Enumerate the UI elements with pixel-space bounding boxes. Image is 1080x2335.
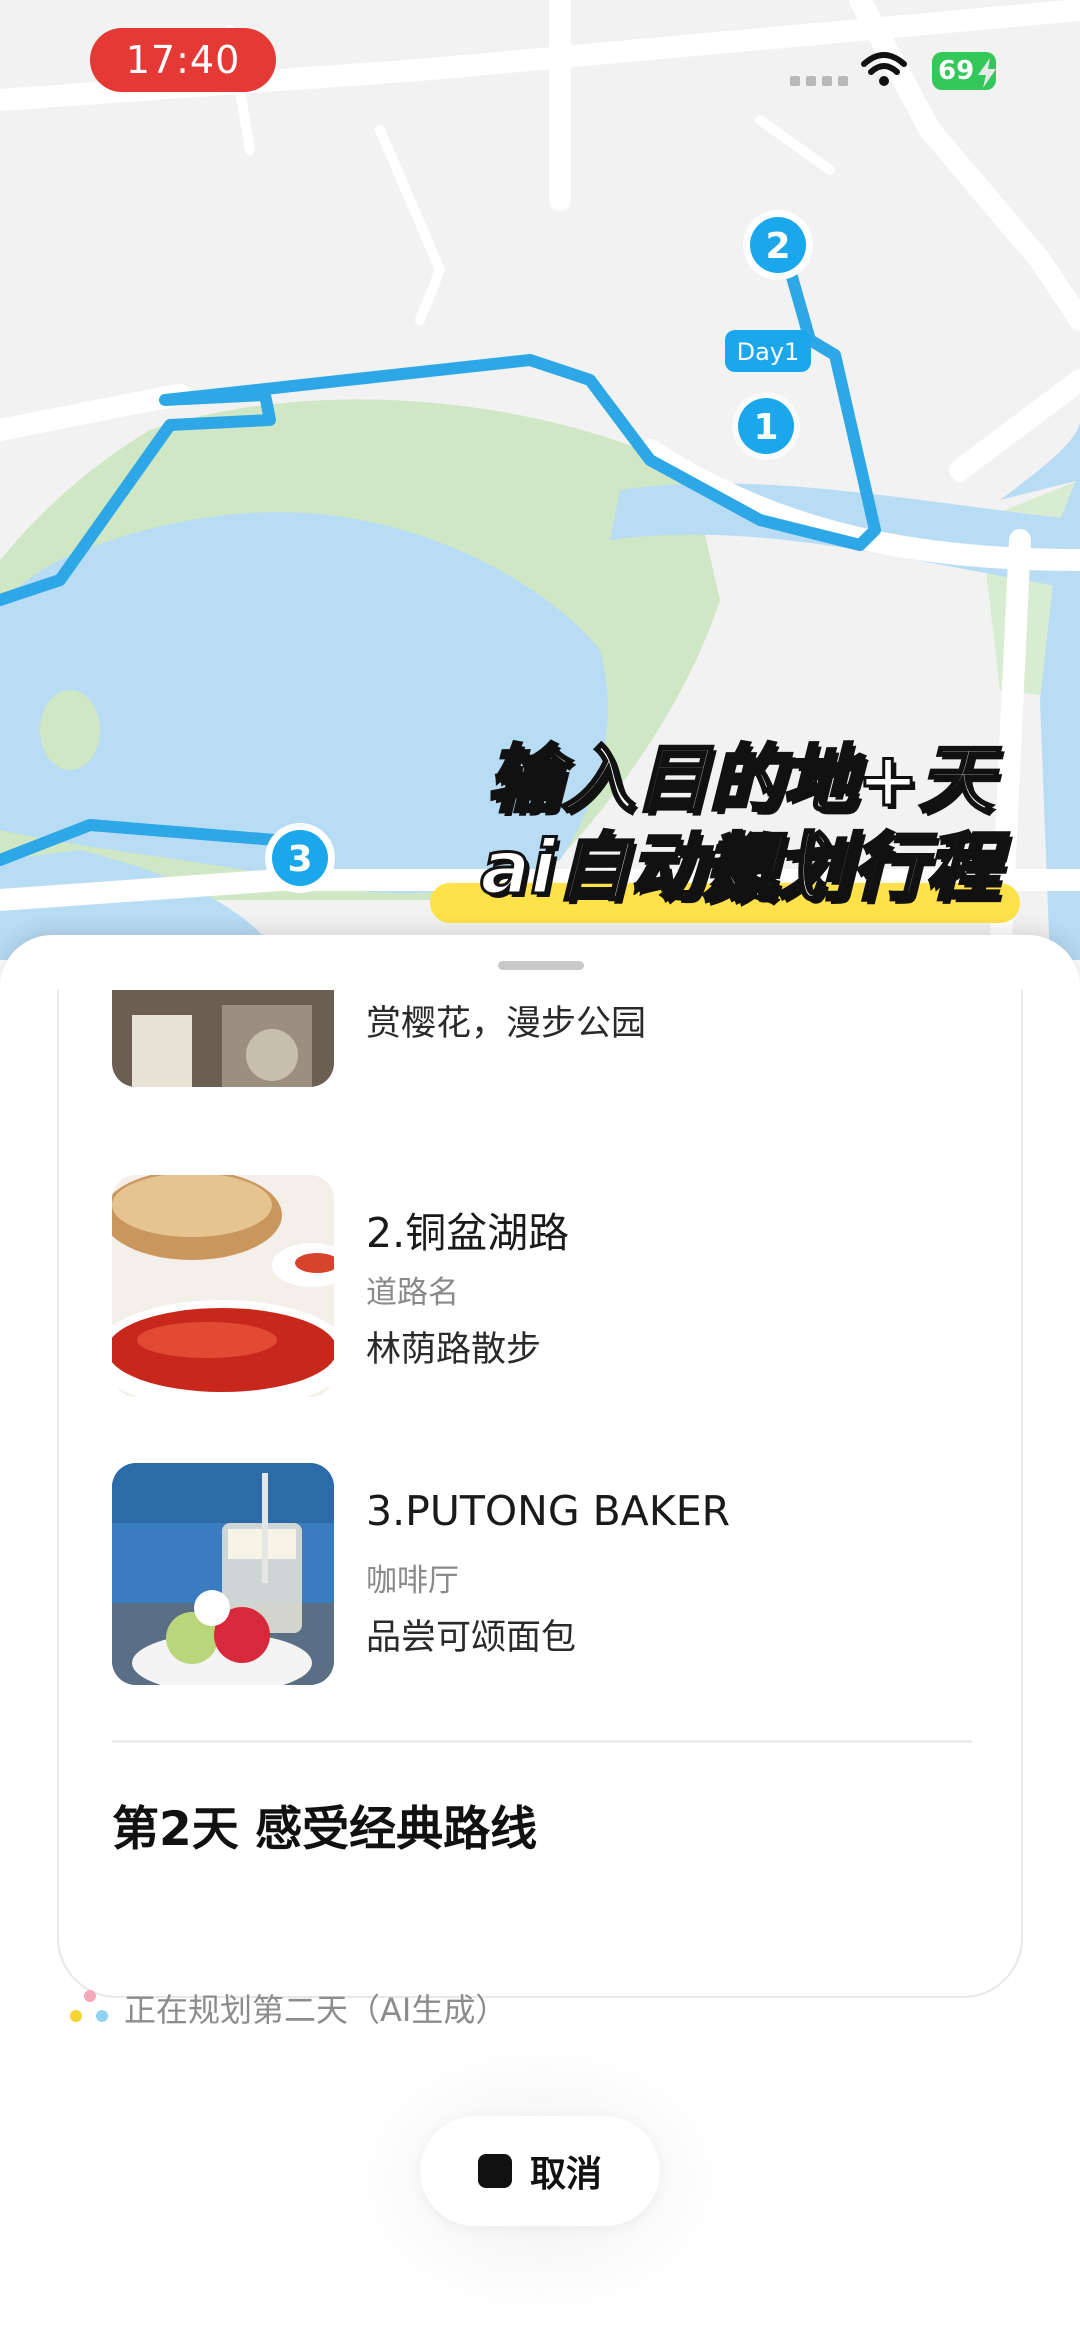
map-marker-3[interactable]: 3 [287, 839, 312, 880]
cancel-label: 取消 [529, 2154, 602, 2195]
status-bar: 17:40 69 [0, 0, 1080, 130]
item-title: 2.铜盆湖路 [366, 1209, 570, 1257]
stop-icon [477, 2154, 512, 2188]
promo-line-2: ai自动规划行程 [479, 824, 1001, 913]
planning-status-text: 正在规划第二天（AI生成） [124, 1991, 508, 2029]
map-marker-1[interactable]: 1 [753, 407, 778, 448]
sheet-drag-handle[interactable] [498, 961, 584, 970]
day1-route-label: Day1 [737, 338, 800, 366]
item-category: 道路名 [366, 1275, 459, 1311]
item-title: 3.PUTONG BAKER [366, 1487, 731, 1535]
place-thumbnail [112, 1175, 334, 1397]
item-description: 赏樱花，漫步公园 [366, 1004, 647, 1044]
item-category: 咖啡厅 [366, 1563, 459, 1599]
place-thumbnail [112, 990, 334, 1087]
list-item[interactable]: 2.铜盆湖路 道路名 林荫路散步 [112, 1175, 972, 1400]
itinerary-card: 赏樱花，漫步公园 2.铜盆湖路 道路名 林荫路散步 3.PUTONG BAKER… [57, 990, 1023, 1998]
cellular-signal-icon [790, 76, 848, 86]
wifi-icon [861, 52, 907, 86]
day-section-title: 第2天 感受经典路线 [112, 1802, 538, 1857]
cancel-button[interactable]: 取消 [420, 2116, 660, 2226]
list-item[interactable]: 赏樱花，漫步公园 [112, 990, 972, 1090]
place-thumbnail [112, 1463, 334, 1685]
ai-dots-icon [70, 1990, 108, 2022]
list-item[interactable]: 3.PUTONG BAKER 咖啡厅 品尝可颂面包 [112, 1463, 972, 1688]
charging-bolt-icon [978, 58, 996, 88]
status-time: 17:40 [90, 28, 276, 92]
battery-level: 69 [938, 56, 975, 86]
item-description: 林荫路散步 [366, 1330, 542, 1370]
planning-status: 正在规划第二天（AI生成） [68, 1985, 507, 2031]
map-marker-2[interactable]: 2 [765, 226, 790, 267]
section-divider [112, 1740, 972, 1743]
item-description: 品尝可颂面包 [366, 1618, 577, 1658]
